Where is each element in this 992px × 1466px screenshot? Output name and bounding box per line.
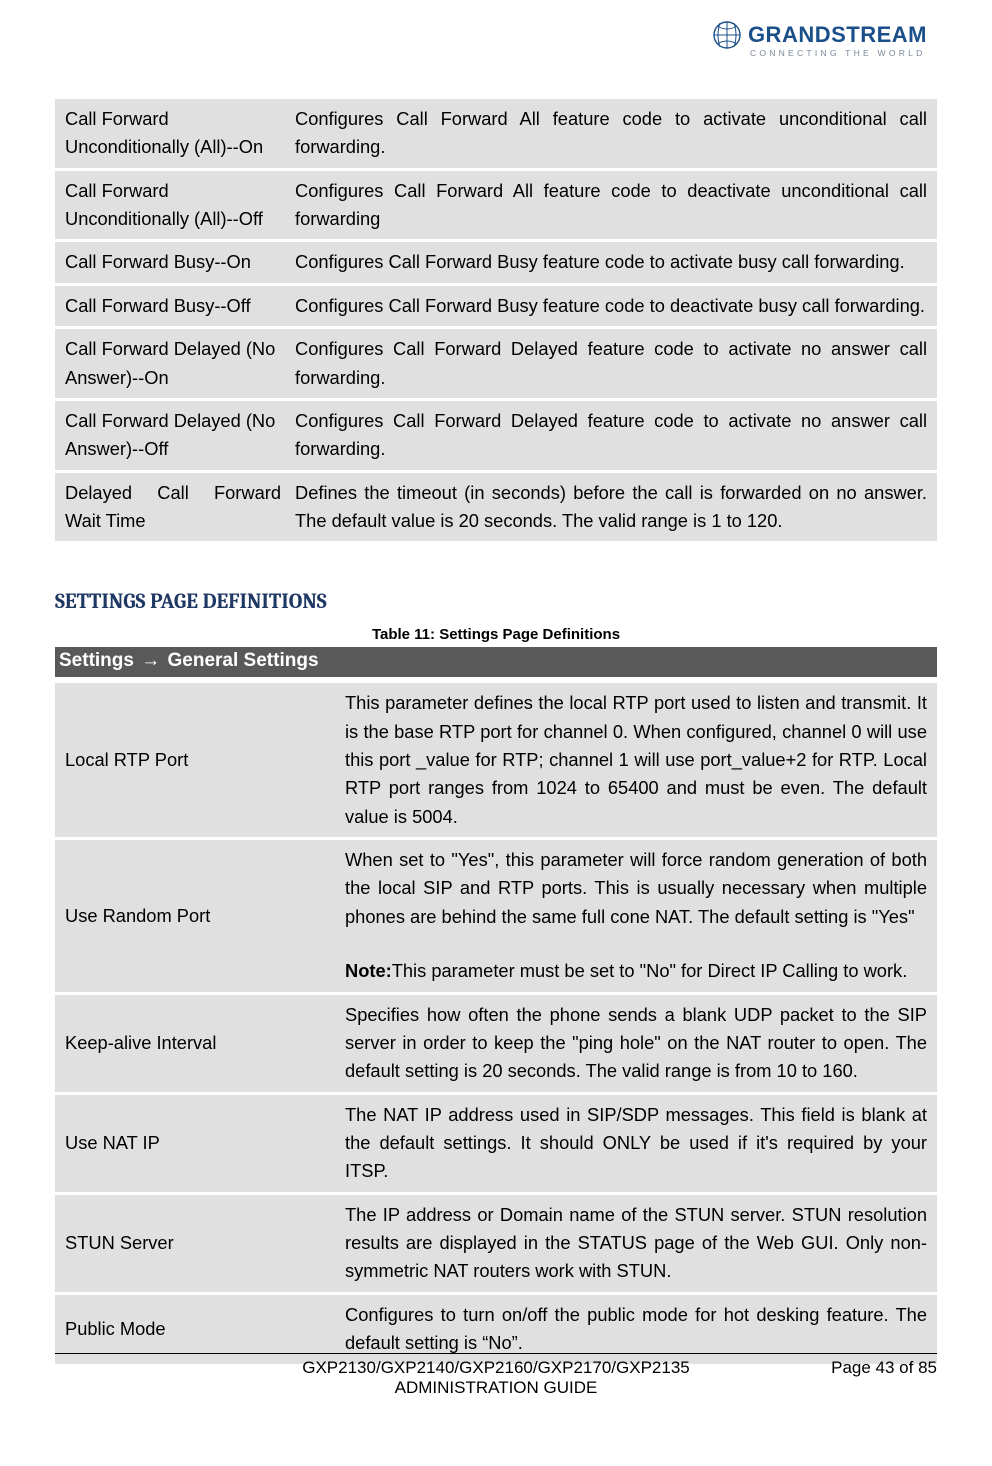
row-label: Call Forward Unconditionally (All)--On — [55, 99, 285, 168]
table-caption: Table 11: Settings Page Definitions — [55, 626, 937, 643]
section-heading: SETTINGS PAGE DEFINITIONS — [55, 590, 937, 614]
table-row: Call Forward Unconditionally (All)--OnCo… — [55, 99, 937, 168]
path-right: General Settings — [168, 650, 319, 671]
footer-doc-title: GXP2130/GXP2140/GXP2160/GXP2170/GXP2135 — [302, 1358, 690, 1377]
table-row: Call Forward Busy--OffConfigures Call Fo… — [55, 286, 937, 326]
table-row: STUN ServerThe IP address or Domain name… — [55, 1195, 937, 1292]
note-label: Note: — [345, 960, 392, 981]
footer-center: GXP2130/GXP2140/GXP2160/GXP2170/GXP2135 … — [235, 1358, 757, 1398]
footer-doc-subtitle: ADMINISTRATION GUIDE — [235, 1378, 757, 1398]
row-desc: The NAT IP address used in SIP/SDP messa… — [335, 1095, 937, 1192]
note-text: This parameter must be set to "No" for D… — [392, 960, 908, 981]
definitions-table-1: Call Forward Unconditionally (All)--OnCo… — [55, 96, 937, 544]
table-row: Call Forward Unconditionally (All)--OffC… — [55, 171, 937, 240]
brand-name: GRANDSTREAM — [748, 22, 927, 48]
row-desc: Specifies how often the phone sends a bl… — [335, 995, 937, 1092]
row-desc: Defines the timeout (in seconds) before … — [285, 473, 937, 542]
table-row: Use Random PortWhen set to "Yes", this p… — [55, 840, 937, 991]
row-label: Delayed Call Forward Wait Time — [55, 473, 285, 542]
row-label: Use NAT IP — [55, 1095, 335, 1192]
row-desc: Configures Call Forward Busy feature cod… — [285, 286, 937, 326]
row-desc: Configures Call Forward Busy feature cod… — [285, 242, 937, 282]
table-row: Call Forward Delayed (No Answer)--OffCon… — [55, 401, 937, 470]
table-row: Delayed Call Forward Wait TimeDefines th… — [55, 473, 937, 542]
row-label: Call Forward Delayed (No Answer)--Off — [55, 401, 285, 470]
globe-icon — [712, 20, 742, 50]
footer-page-number: Page 43 of 85 — [757, 1358, 937, 1398]
brand-tagline: CONNECTING THE WORLD — [712, 48, 927, 58]
table-row: Use NAT IPThe NAT IP address used in SIP… — [55, 1095, 937, 1192]
table-row: Call Forward Busy--OnConfigures Call For… — [55, 242, 937, 282]
row-desc: The IP address or Domain name of the STU… — [335, 1195, 937, 1292]
page-footer: GXP2130/GXP2140/GXP2160/GXP2170/GXP2135 … — [55, 1353, 937, 1398]
row-desc: This parameter defines the local RTP por… — [335, 683, 937, 837]
row-label: Call Forward Busy--On — [55, 242, 285, 282]
definitions-table-2: Local RTP PortThis parameter defines the… — [55, 680, 937, 1366]
row-label: Call Forward Busy--Off — [55, 286, 285, 326]
row-desc: Configures Call Forward Delayed feature … — [285, 329, 937, 398]
row-desc: Configures Call Forward Delayed feature … — [285, 401, 937, 470]
row-label: Call Forward Delayed (No Answer)--On — [55, 329, 285, 398]
footer-left — [55, 1358, 235, 1398]
nav-path-bar: Settings → General Settings — [55, 647, 937, 677]
row-label: STUN Server — [55, 1195, 335, 1292]
row-label: Call Forward Unconditionally (All)--Off — [55, 171, 285, 240]
row-desc: Configures Call Forward All feature code… — [285, 171, 937, 240]
row-label: Use Random Port — [55, 840, 335, 991]
row-desc: When set to "Yes", this parameter will f… — [335, 840, 937, 991]
arrow-right-icon: → — [139, 650, 162, 671]
header-logo-area: GRANDSTREAM CONNECTING THE WORLD — [55, 20, 937, 61]
row-label: Keep-alive Interval — [55, 995, 335, 1092]
row-desc: Configures Call Forward All feature code… — [285, 99, 937, 168]
table-row: Keep-alive IntervalSpecifies how often t… — [55, 995, 937, 1092]
row-desc-main: When set to "Yes", this parameter will f… — [345, 846, 927, 931]
footer-rule — [55, 1353, 937, 1354]
table-row: Call Forward Delayed (No Answer)--OnConf… — [55, 329, 937, 398]
row-label: Local RTP Port — [55, 683, 335, 837]
table-row: Local RTP PortThis parameter defines the… — [55, 683, 937, 837]
path-left: Settings — [59, 650, 134, 671]
brand-logo: GRANDSTREAM CONNECTING THE WORLD — [712, 20, 927, 58]
